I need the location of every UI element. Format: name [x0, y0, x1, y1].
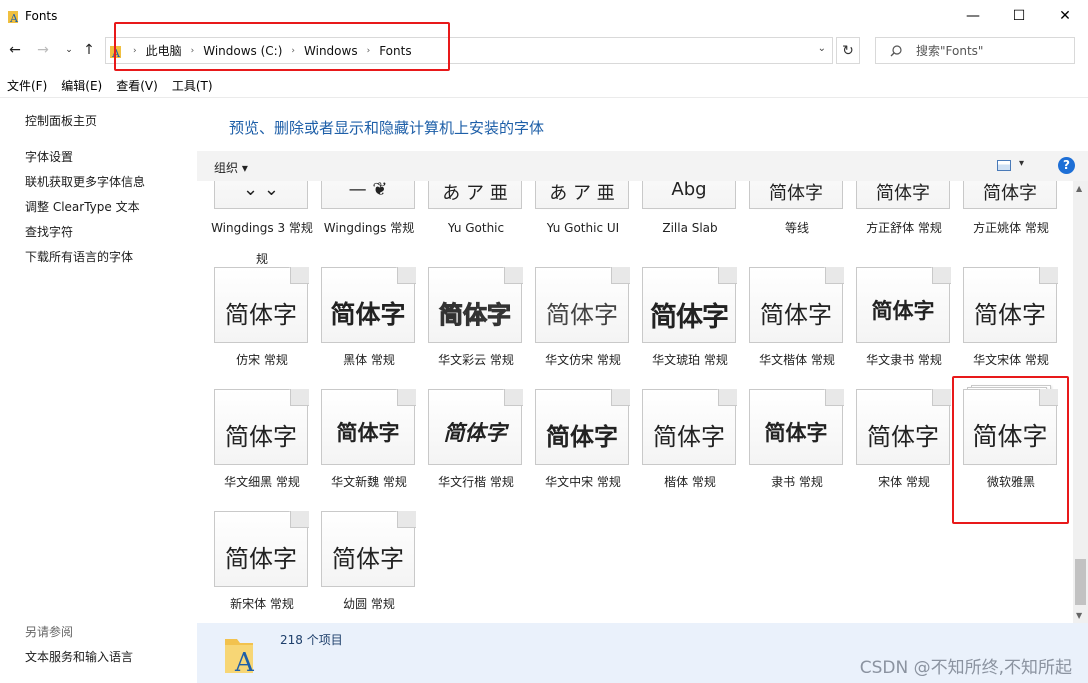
left-pane: 控制面板主页 字体设置 联机获取更多字体信息 调整 ClearType 文本 查…	[0, 98, 197, 683]
font-item[interactable]: 简体字 华文新魏 常规	[304, 389, 416, 509]
font-file-icon: 简体字	[214, 267, 310, 343]
scroll-down-icon[interactable]: ▼	[1076, 611, 1082, 620]
selected-font-highlight-box	[952, 376, 1069, 524]
font-item[interactable]: 简体字 华文行楷 常规	[411, 389, 523, 509]
font-file-icon: 简体字	[749, 389, 845, 465]
font-file-icon: ⌄ ⌄	[214, 181, 310, 209]
window-controls: — ☐ ✕	[950, 0, 1088, 31]
forward-arrow-icon[interactable]: →	[34, 41, 52, 59]
scroll-up-icon[interactable]: ▲	[1076, 184, 1082, 193]
font-item[interactable]: 简体字 华文琥珀 常规	[625, 267, 737, 387]
chevron-down-icon[interactable]: ⌄	[818, 43, 826, 54]
font-file-icon: 简体字	[749, 181, 845, 209]
font-label: 华文宋体 常规	[973, 353, 1049, 367]
vertical-scrollbar[interactable]: ▲ ▼	[1073, 181, 1088, 623]
search-box[interactable]: 搜索"Fonts"	[875, 37, 1075, 64]
font-item[interactable]: 简体字 黑体 常规	[304, 267, 416, 387]
font-item[interactable]: 简体字 隶书 常规	[732, 389, 844, 509]
fonts-folder-icon: A	[8, 9, 20, 25]
search-icon	[890, 44, 902, 57]
font-file-icon: 简体字	[321, 511, 417, 587]
close-button[interactable]: ✕	[1042, 0, 1088, 31]
font-file-icon: 简体字	[749, 267, 845, 343]
font-file-icon: 简体字	[535, 389, 631, 465]
font-file-icon: 简体字	[963, 267, 1059, 343]
font-item[interactable]: 简体字 仿宋 常规	[197, 267, 309, 387]
download-all-language-fonts-link[interactable]: 下载所有语言的字体	[25, 248, 133, 265]
font-file-icon: 简体字	[963, 181, 1059, 209]
font-item[interactable]: 简体字 华文宋体 常规	[946, 267, 1058, 387]
font-file-icon: 简体字	[535, 267, 631, 343]
font-file-icon: 简体字	[214, 511, 310, 587]
font-file-icon: — ❦	[321, 181, 417, 209]
font-file-icon: 简体字	[642, 267, 738, 343]
font-file-icon: Abg	[642, 181, 738, 209]
font-item[interactable]: 简体字 华文细黑 常规	[197, 389, 309, 509]
recent-locations-chevron-icon[interactable]: ⌄	[60, 41, 78, 59]
font-item[interactable]: 简体字 华文楷体 常规	[732, 267, 844, 387]
watermark: CSDN @不知所终,不知所起	[859, 658, 1072, 678]
item-count: 218 个项目	[280, 633, 343, 647]
view-options-icon[interactable]	[997, 160, 1011, 171]
organize-button[interactable]: 组织 ▾	[214, 159, 248, 176]
font-file-icon: 简体字	[642, 389, 738, 465]
font-item[interactable]: 简体字 新宋体 常规	[197, 511, 309, 623]
font-file-icon: 简体字	[428, 267, 524, 343]
help-icon[interactable]: ?	[1058, 157, 1075, 174]
up-arrow-icon[interactable]: ↑	[80, 41, 98, 59]
back-arrow-icon[interactable]: ←	[6, 41, 24, 59]
font-file-icon: 简体字	[428, 389, 524, 465]
scroll-thumb[interactable]	[1075, 559, 1086, 605]
font-item[interactable]: 简体字 华文隶书 常规	[839, 267, 951, 387]
font-label: 方正姚体 常规	[973, 221, 1049, 235]
svg-text:A: A	[9, 12, 19, 23]
font-item[interactable]: 简体字 幼圆 常规	[304, 511, 416, 623]
fonts-folder-icon: A	[223, 633, 259, 678]
font-item[interactable]: 简体字 华文彩云 常规	[411, 267, 523, 387]
svg-text:A: A	[234, 648, 255, 675]
details-pane: A 218 个项目 CSDN @不知所终,不知所起	[197, 623, 1088, 683]
menu-tools[interactable]: 工具(T)	[165, 76, 220, 96]
menu-bar: 文件(F) 编辑(E) 查看(V) 工具(T)	[0, 76, 220, 96]
refresh-icon[interactable]: ↻	[836, 37, 860, 64]
fonts-window: A Fonts — ☐ ✕ ← → ⌄ ↑ A › 此电脑 › Windows …	[0, 0, 1088, 683]
get-font-info-online-link[interactable]: 联机获取更多字体信息	[25, 173, 145, 190]
menu-edit[interactable]: 编辑(E)	[54, 76, 109, 96]
font-file-icon: 简体字	[214, 389, 310, 465]
font-settings-link[interactable]: 字体设置	[25, 148, 73, 165]
text-services-link[interactable]: 文本服务和输入语言	[25, 648, 133, 665]
menu-file[interactable]: 文件(F)	[0, 76, 54, 96]
font-file-icon: 简体字	[321, 267, 417, 343]
font-file-icon: 简体字	[856, 267, 952, 343]
find-character-link[interactable]: 查找字符	[25, 223, 73, 240]
command-bar: 组织 ▾ ▾ ?	[197, 151, 1088, 181]
address-highlight-box	[114, 22, 450, 71]
font-item[interactable]: 简体字 宋体 常规	[839, 389, 951, 509]
font-item[interactable]: 简体字 华文中宋 常规	[518, 389, 630, 509]
search-input[interactable]: 搜索"Fonts"	[916, 42, 983, 59]
control-panel-home-link[interactable]: 控制面板主页	[25, 112, 97, 129]
minimize-button[interactable]: —	[950, 0, 996, 31]
font-file-icon: 简体字	[321, 389, 417, 465]
adjust-cleartype-link[interactable]: 调整 ClearType 文本	[25, 198, 140, 215]
chevron-down-icon[interactable]: ▾	[1019, 158, 1024, 169]
font-file-icon: あ ア 亜	[428, 181, 524, 209]
page-title: 预览、删除或者显示和隐藏计算机上安装的字体	[229, 119, 545, 137]
font-file-icon: 简体字	[856, 181, 952, 209]
font-label-wrap: 规	[255, 252, 268, 266]
menu-view[interactable]: 查看(V)	[109, 76, 165, 96]
font-item[interactable]: 简体字 华文仿宋 常规	[518, 267, 630, 387]
window-title: Fonts	[25, 8, 58, 23]
font-item[interactable]: 简体字 楷体 常规	[625, 389, 737, 509]
see-also-heading: 另请参阅	[25, 625, 74, 639]
maximize-button[interactable]: ☐	[996, 0, 1042, 31]
font-grid: ⌄ ⌄ Wingdings 3 常规 — ❦ Wingdings 常规 あ ア …	[197, 181, 1073, 623]
font-file-icon: あ ア 亜	[535, 181, 631, 209]
font-file-icon: 简体字	[856, 389, 952, 465]
font-label: 幼圆 常规	[343, 597, 395, 611]
